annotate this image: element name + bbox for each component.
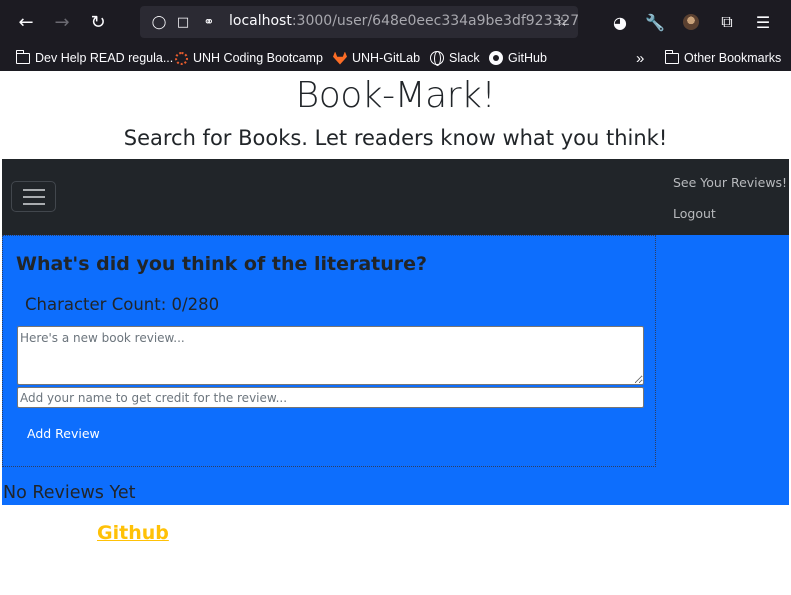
bookmarks-bar: Dev Help READ regula... UNH Coding Bootc… [0,44,791,71]
bootcamp-logo-icon [174,51,188,65]
bookmark-github[interactable]: GitHub [489,48,547,68]
github-icon [489,51,503,65]
no-reviews-message: No Reviews Yet [3,483,136,503]
reload-icon[interactable]: ↻ [86,10,110,34]
bookmark-label: UNH Coding Bootcamp [193,51,323,65]
browser-toolbar: ← → ↻ ◯ □ ⚭ localhost:3000/user/648e0eec… [0,0,791,44]
bookmark-dev-help[interactable]: Dev Help READ regula... [15,48,174,68]
pocket-icon[interactable]: ◕ [608,10,632,34]
bookmark-unh-gitlab[interactable]: UNH-GitLab [333,48,420,68]
globe-icon [430,51,444,66]
extensions-icon[interactable]: ⧉ [715,10,739,34]
footer-github-link[interactable]: Github [97,522,169,544]
menu-icon[interactable]: ☰ [751,10,775,34]
page-subtitle: Search for Books. Let readers know what … [123,126,668,150]
profile-avatar-icon[interactable] [683,14,699,30]
add-review-button[interactable]: Add Review [17,422,110,444]
nav-link-see-your-reviews[interactable]: See Your Reviews! [673,175,787,190]
navbar-toggler-hamburger-icon[interactable] [11,181,56,212]
browser-chrome: ← → ↻ ◯ □ ⚭ localhost:3000/user/648e0eec… [0,0,791,71]
address-bar[interactable]: ◯ □ ⚭ localhost:3000/user/648e0eec334a9b… [140,6,579,38]
bookmarks-overflow-chevron-icon[interactable]: » [636,48,644,68]
folder-icon [664,49,679,65]
url-text[interactable]: localhost:3000/user/648e0eec334a9be3df92… [229,13,579,29]
bookmark-label: GitHub [508,51,547,65]
key-icon[interactable]: ⚭ [201,14,217,30]
review-form: What's did you think of the literature? … [2,235,656,467]
form-heading: What's did you think of the literature? [16,253,428,275]
navbar: See Your Reviews! Logout [2,159,789,235]
page-viewport: Book-Mark! Search for Books. Let readers… [2,71,789,595]
url-path: :3000/user/648e0eec334a9be3df923327 [291,13,580,29]
nav-link-logout[interactable]: Logout [673,206,716,221]
bookmark-other-bookmarks[interactable]: Other Bookmarks [664,48,782,68]
character-count: Character Count: 0/280 [25,295,220,314]
folder-icon [15,49,30,65]
wrench-icon[interactable]: 🔧 [643,10,667,34]
bookmark-label: Other Bookmarks [684,51,782,65]
forward-arrow-icon[interactable]: → [50,10,74,34]
back-arrow-icon[interactable]: ← [14,10,38,34]
page-title: Book-Mark! [295,75,496,116]
reviews-section: What's did you think of the literature? … [2,235,789,505]
bookmark-label: UNH-GitLab [352,51,421,65]
bookmark-label: Slack [449,51,480,65]
url-host: localhost [229,13,292,29]
gitlab-icon [333,51,347,65]
reviewer-name-input[interactable] [17,387,644,408]
bookmark-slack[interactable]: Slack [430,48,480,68]
star-bookmark-icon[interactable]: ☆ [554,14,570,30]
bookmark-unh-coding-bootcamp[interactable]: UNH Coding Bootcamp [174,48,323,68]
review-textarea[interactable] [17,326,644,385]
bookmark-label: Dev Help READ regula... [35,51,174,65]
shield-icon[interactable]: ◯ [151,14,167,30]
page-icon[interactable]: □ [175,14,191,30]
